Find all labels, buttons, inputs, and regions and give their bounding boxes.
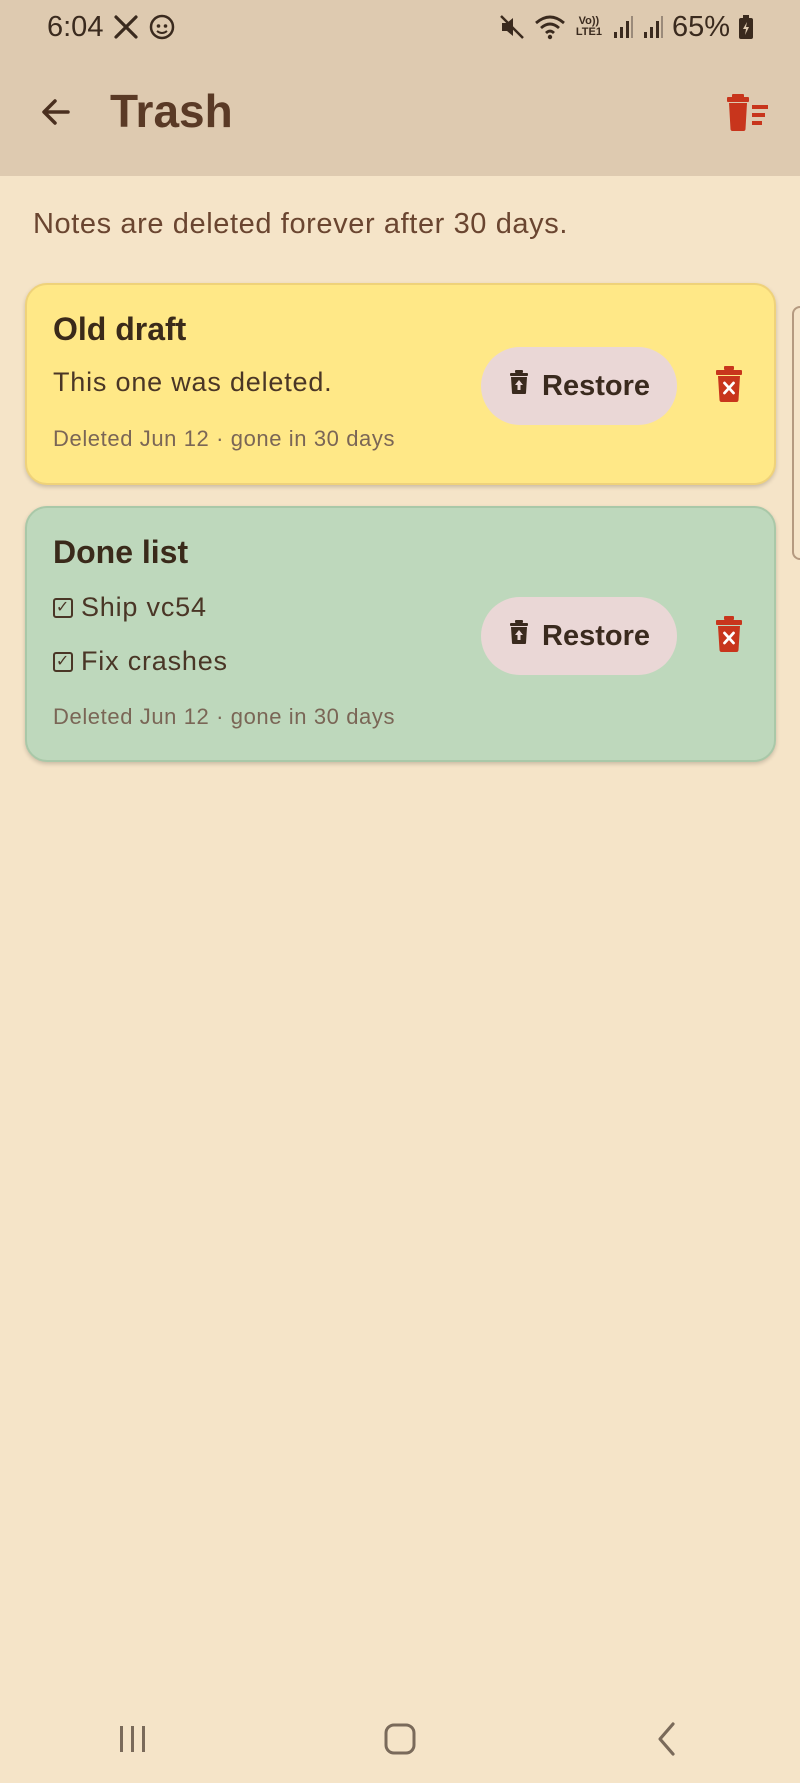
note-body: This one was deleted. — [53, 367, 333, 397]
delete-sweep-icon — [726, 92, 770, 137]
checklist-item: ✓ Ship vc54 — [53, 592, 207, 623]
recent-apps-button[interactable] — [93, 1712, 173, 1772]
battery-percent: 65% — [671, 10, 730, 43]
checkbox-checked-icon: ✓ — [53, 651, 73, 672]
restore-icon — [508, 619, 530, 653]
face-app-icon — [149, 14, 175, 40]
checklist-item: ✓ Fix crashes — [53, 646, 228, 677]
note-title: Old draft — [53, 311, 187, 347]
page-title: Trash — [110, 85, 233, 137]
home-icon — [383, 1722, 417, 1761]
retention-info: Notes are deleted forever after 30 days. — [33, 208, 569, 240]
arrow-left-icon — [38, 94, 74, 135]
scroll-edge-indicator — [792, 306, 800, 560]
delete-forever-button[interactable] — [705, 612, 753, 660]
delete-forever-icon — [714, 365, 744, 408]
volte-icon: Vo)) LTE1 — [574, 16, 604, 38]
back-icon — [655, 1721, 679, 1762]
trashed-note-card[interactable]: Done list ✓ Ship vc54 ✓ Fix crashes Dele… — [25, 506, 776, 762]
wifi-icon — [534, 13, 566, 41]
nav-back-button[interactable] — [627, 1712, 707, 1772]
empty-trash-button[interactable] — [718, 84, 778, 144]
battery-icon — [738, 14, 754, 40]
checklist-item-text: Ship vc54 — [81, 592, 207, 622]
restore-button[interactable]: Restore — [481, 597, 677, 675]
note-title: Done list — [53, 534, 189, 570]
status-bar: 6:04 Vo)) LTE1 65% — [0, 0, 800, 54]
restore-icon — [508, 369, 530, 403]
signal-1-icon — [612, 14, 634, 40]
restore-button[interactable]: Restore — [481, 347, 677, 425]
note-deleted-meta: Deleted Jun 12 · gone in 30 days — [53, 704, 396, 729]
back-button[interactable] — [28, 86, 84, 142]
recent-apps-icon — [117, 1724, 149, 1759]
restore-label: Restore — [542, 369, 650, 402]
restore-label: Restore — [542, 619, 650, 652]
checkbox-checked-icon: ✓ — [53, 597, 73, 618]
signal-2-icon — [642, 14, 664, 40]
home-button[interactable] — [360, 1712, 440, 1772]
checklist-item-text: Fix crashes — [81, 646, 228, 676]
trashed-note-card[interactable]: Old draft This one was deleted. Deleted … — [25, 283, 776, 485]
delete-forever-icon — [714, 615, 744, 658]
status-time: 6:04 — [47, 10, 104, 43]
volte-label: Vo)) LTE1 — [575, 15, 602, 38]
note-deleted-meta: Deleted Jun 12 · gone in 30 days — [53, 426, 396, 451]
system-nav-bar — [0, 1700, 800, 1783]
mute-icon — [498, 13, 526, 41]
delete-forever-button[interactable] — [705, 362, 753, 410]
app-bar: Trash — [0, 54, 800, 176]
x-app-icon — [113, 14, 139, 40]
